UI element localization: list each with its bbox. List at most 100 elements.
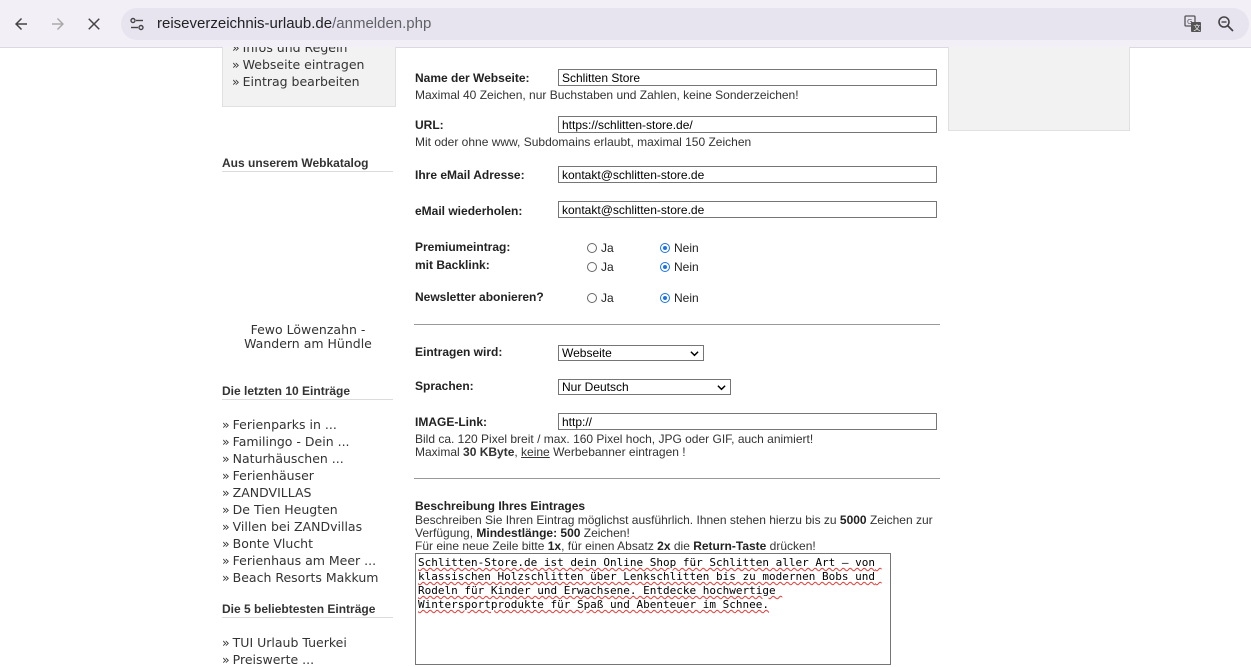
- radio-circle: [587, 262, 597, 272]
- latest-entry-link[interactable]: » Ferienhäuser: [222, 468, 314, 483]
- backlink-no-radio[interactable]: Nein: [660, 260, 699, 274]
- divider: [414, 478, 940, 479]
- url-text[interactable]: reiseverzeichnis-urlaub.de/anmelden.php: [157, 15, 431, 32]
- radio-label: Nein: [674, 260, 699, 274]
- webkatalog-heading: Aus unserem Webkatalog: [222, 156, 393, 172]
- radio-circle-selected: [660, 293, 670, 303]
- url-domain: reiseverzeichnis-urlaub.de: [157, 15, 333, 32]
- list-item-label: Familingo - Dein ...: [232, 434, 350, 449]
- list-item-label: Naturhäuschen ...: [232, 451, 344, 466]
- email-repeat-input[interactable]: kontakt@schlitten-store.de: [558, 201, 937, 218]
- image-link-label: IMAGE-Link:: [415, 415, 487, 429]
- newsletter-yes-radio[interactable]: Ja: [587, 291, 614, 305]
- arrow-marker: »: [222, 519, 230, 534]
- hint-text: Maximal: [415, 445, 464, 459]
- back-icon[interactable]: [8, 11, 34, 37]
- radio-circle-selected: [660, 262, 670, 272]
- stop-loading-icon[interactable]: [81, 11, 107, 37]
- desc-text: die: [670, 539, 694, 553]
- list-item-label: Beach Resorts Makkum: [232, 570, 379, 585]
- list-item-label: Bonte Vlucht: [232, 536, 314, 551]
- radio-circle: [587, 243, 597, 253]
- list-item-label: Ferienparks in ...: [232, 417, 337, 432]
- desc-text: Zeichen!: [580, 526, 630, 540]
- list-item-label: ZANDVILLAS: [232, 485, 312, 500]
- newsletter-no-radio[interactable]: Nein: [660, 291, 699, 305]
- desc-text: Für eine neue Zeile bitte: [415, 539, 548, 553]
- image-hint-2: Maximal 30 KByte, keine Werbebanner eint…: [415, 445, 686, 459]
- latest-entry-link[interactable]: » Bonte Vlucht: [222, 536, 313, 551]
- popular-entry-link[interactable]: » Preiswerte ...: [222, 652, 314, 667]
- url-path: /anmelden.php: [332, 15, 432, 32]
- address-bar[interactable]: reiseverzeichnis-urlaub.de/anmelden.php …: [121, 8, 1249, 40]
- arrow-marker: »: [222, 468, 230, 483]
- backlink-label: mit Backlink:: [415, 258, 490, 272]
- zoom-icon[interactable]: [1217, 15, 1235, 33]
- latest-entry-link[interactable]: » Beach Resorts Makkum: [222, 570, 379, 585]
- premium-yes-radio[interactable]: Ja: [587, 241, 614, 255]
- svg-text:文: 文: [1194, 23, 1201, 32]
- list-item-label: Villen bei ZANDvillas: [232, 519, 363, 534]
- translate-icon[interactable]: G文: [1184, 15, 1202, 33]
- latest-entry-link[interactable]: » Naturhäuschen ...: [222, 451, 344, 466]
- name-input[interactable]: Schlitten Store: [558, 69, 937, 86]
- list-item-label: Ferienhäuser: [232, 468, 314, 483]
- hint-underline: keine: [521, 445, 550, 459]
- entry-type-label: Eintragen wird:: [415, 345, 503, 359]
- arrow-marker: »: [222, 502, 230, 517]
- arrow-marker: »: [222, 553, 230, 568]
- description-instructions: Beschreiben Sie Ihren Eintrag möglichst …: [415, 514, 935, 553]
- forward-icon[interactable]: [45, 11, 71, 37]
- desc-text: drücken!: [766, 539, 816, 553]
- radio-label: Nein: [674, 241, 699, 255]
- radio-label: Ja: [601, 260, 614, 274]
- right-sidebar-box: [948, 47, 1130, 131]
- divider: [414, 324, 940, 325]
- desc-bold: Mindestlänge: 500: [476, 526, 581, 540]
- radio-circle: [587, 293, 597, 303]
- sidebar-link-webseite-eintragen[interactable]: » Webseite eintragen: [232, 57, 364, 72]
- site-info-icon[interactable]: [129, 16, 145, 32]
- premium-no-radio[interactable]: Nein: [660, 241, 699, 255]
- arrow-marker: »: [222, 570, 230, 585]
- desc-text: , für einen Absatz: [561, 539, 658, 553]
- webkatalog-item[interactable]: Fewo Löwenzahn - Wandern am Hündle: [222, 323, 394, 351]
- latest-entry-link[interactable]: » De Tien Heugten: [222, 502, 338, 517]
- url-input[interactable]: https://schlitten-store.de/: [558, 116, 937, 133]
- latest-entry-link[interactable]: » Ferienparks in ...: [222, 417, 337, 432]
- latest-entry-link[interactable]: » Villen bei ZANDvillas: [222, 519, 362, 534]
- textarea-content: Schlitten-Store.de ist dein Online Shop …: [418, 556, 882, 611]
- email-input[interactable]: kontakt@schlitten-store.de: [558, 166, 937, 183]
- arrow-marker: »: [222, 536, 230, 551]
- latest-entry-link[interactable]: » Ferienhaus am Meer ...: [222, 553, 376, 568]
- image-link-input[interactable]: http://: [558, 413, 937, 430]
- newsletter-label: Newsletter abonieren?: [415, 290, 544, 304]
- arrow-marker: »: [222, 635, 230, 650]
- chevron-down-icon: [717, 385, 726, 391]
- arrow-marker: »: [222, 652, 230, 667]
- name-hint: Maximal 40 Zeichen, nur Buchstaben und Z…: [415, 88, 799, 102]
- desc-bold: 2x: [657, 539, 671, 553]
- arrow-marker: »: [222, 451, 230, 466]
- url-label: URL:: [415, 118, 444, 132]
- email-label: Ihre eMail Adresse:: [415, 168, 525, 182]
- name-label: Name der Webseite:: [415, 71, 530, 85]
- language-label: Sprachen:: [415, 379, 474, 393]
- hint-text: Werbebanner eintragen !: [549, 445, 686, 459]
- entry-type-select[interactable]: Webseite: [558, 345, 704, 361]
- backlink-yes-radio[interactable]: Ja: [587, 260, 614, 274]
- svg-text:G: G: [1187, 18, 1192, 26]
- latest-entries-heading: Die letzten 10 Einträge: [222, 384, 393, 400]
- sidebar-link-eintrag-bearbeiten[interactable]: » Eintrag bearbeiten: [232, 74, 360, 89]
- description-textarea[interactable]: Schlitten-Store.de ist dein Online Shop …: [415, 553, 891, 665]
- latest-entry-link[interactable]: » Familingo - Dein ...: [222, 434, 350, 449]
- language-select[interactable]: Nur Deutsch: [558, 379, 731, 395]
- list-item-label: Ferienhaus am Meer ...: [232, 553, 377, 568]
- latest-entry-link[interactable]: » ZANDVILLAS: [222, 485, 311, 500]
- arrow-marker: »: [222, 485, 230, 500]
- radio-label: Ja: [601, 291, 614, 305]
- popular-entry-link[interactable]: » TUI Urlaub Tuerkei: [222, 635, 347, 650]
- list-item-label: TUI Urlaub Tuerkei: [232, 635, 347, 650]
- hint-bold: 30 KByte: [463, 445, 515, 459]
- select-value: Webseite: [562, 346, 612, 360]
